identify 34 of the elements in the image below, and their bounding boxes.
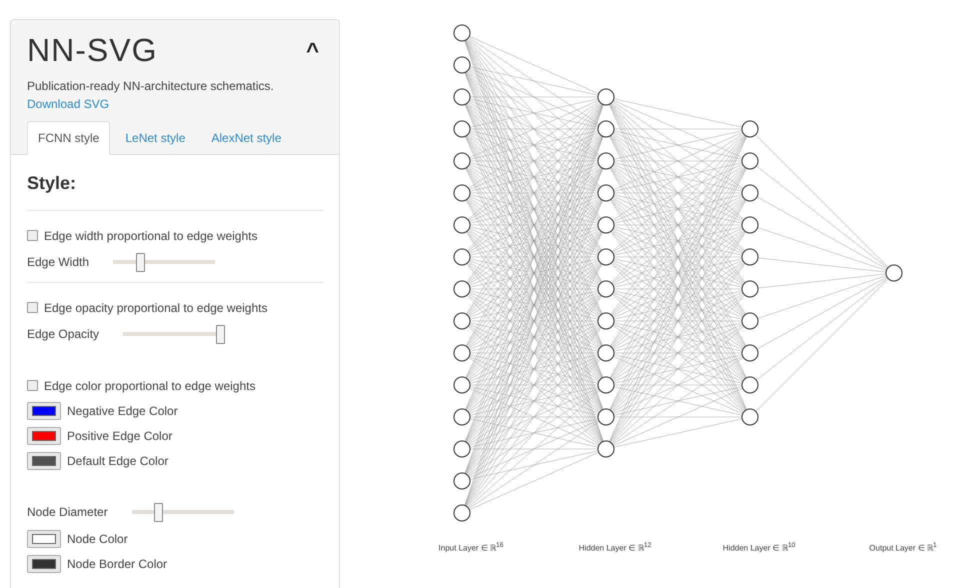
layer-label: Input Layer ∈ ℝ$^{16}$ — [438, 542, 504, 553]
style-tab[interactable]: LeNet style — [114, 121, 196, 155]
color-picker-button[interactable] — [27, 452, 61, 470]
checkbox[interactable] — [27, 302, 38, 313]
style-tab[interactable]: AlexNet style — [200, 121, 292, 155]
app-subtitle: Publication-ready NN-architecture schematics. — [27, 79, 275, 93]
slider-thumb[interactable] — [154, 502, 163, 522]
download-link[interactable]: Download SVG — [27, 97, 110, 111]
checkbox-label: Edge width proportional to edge weights — [44, 228, 258, 242]
color-label: Negative Edge Color — [67, 404, 178, 418]
color-picker-button[interactable] — [27, 530, 61, 548]
app-title: NN-SVG — [27, 32, 158, 69]
color-picker-button[interactable] — [27, 554, 61, 572]
color-label: Positive Edge Color — [67, 428, 172, 442]
slider-label: Edge Width — [27, 255, 90, 269]
section-title: Style: — [27, 173, 78, 194]
layer-label: Hidden Layer ∈ ℝ$^{10}$ — [722, 542, 796, 553]
color-label: Node Color — [67, 532, 128, 546]
slider-thumb[interactable] — [136, 252, 146, 272]
color-picker-button[interactable] — [27, 426, 61, 444]
layer-label: Output Layer ∈ ℝ$^{1}$ — [869, 542, 937, 553]
style-tab[interactable]: FCNN style — [27, 121, 110, 155]
checkbox-label: Edge color proportional to edge weights — [44, 378, 256, 392]
collapse-button[interactable]: ^ — [302, 38, 323, 64]
checkbox[interactable] — [27, 230, 38, 241]
slider-thumb[interactable] — [216, 324, 226, 344]
checkbox-label: Edge opacity proportional to edge weights — [44, 300, 268, 314]
checkbox[interactable] — [27, 380, 38, 391]
layer-label: Hidden Layer ∈ ℝ$^{12}$ — [578, 542, 652, 553]
slider-label: Node Diameter — [27, 505, 108, 519]
color-picker-button[interactable] — [27, 402, 61, 420]
color-label: Node Border Color — [67, 556, 168, 570]
color-label: Default Edge Color — [67, 454, 168, 468]
slider-label: Edge Opacity — [27, 327, 100, 341]
